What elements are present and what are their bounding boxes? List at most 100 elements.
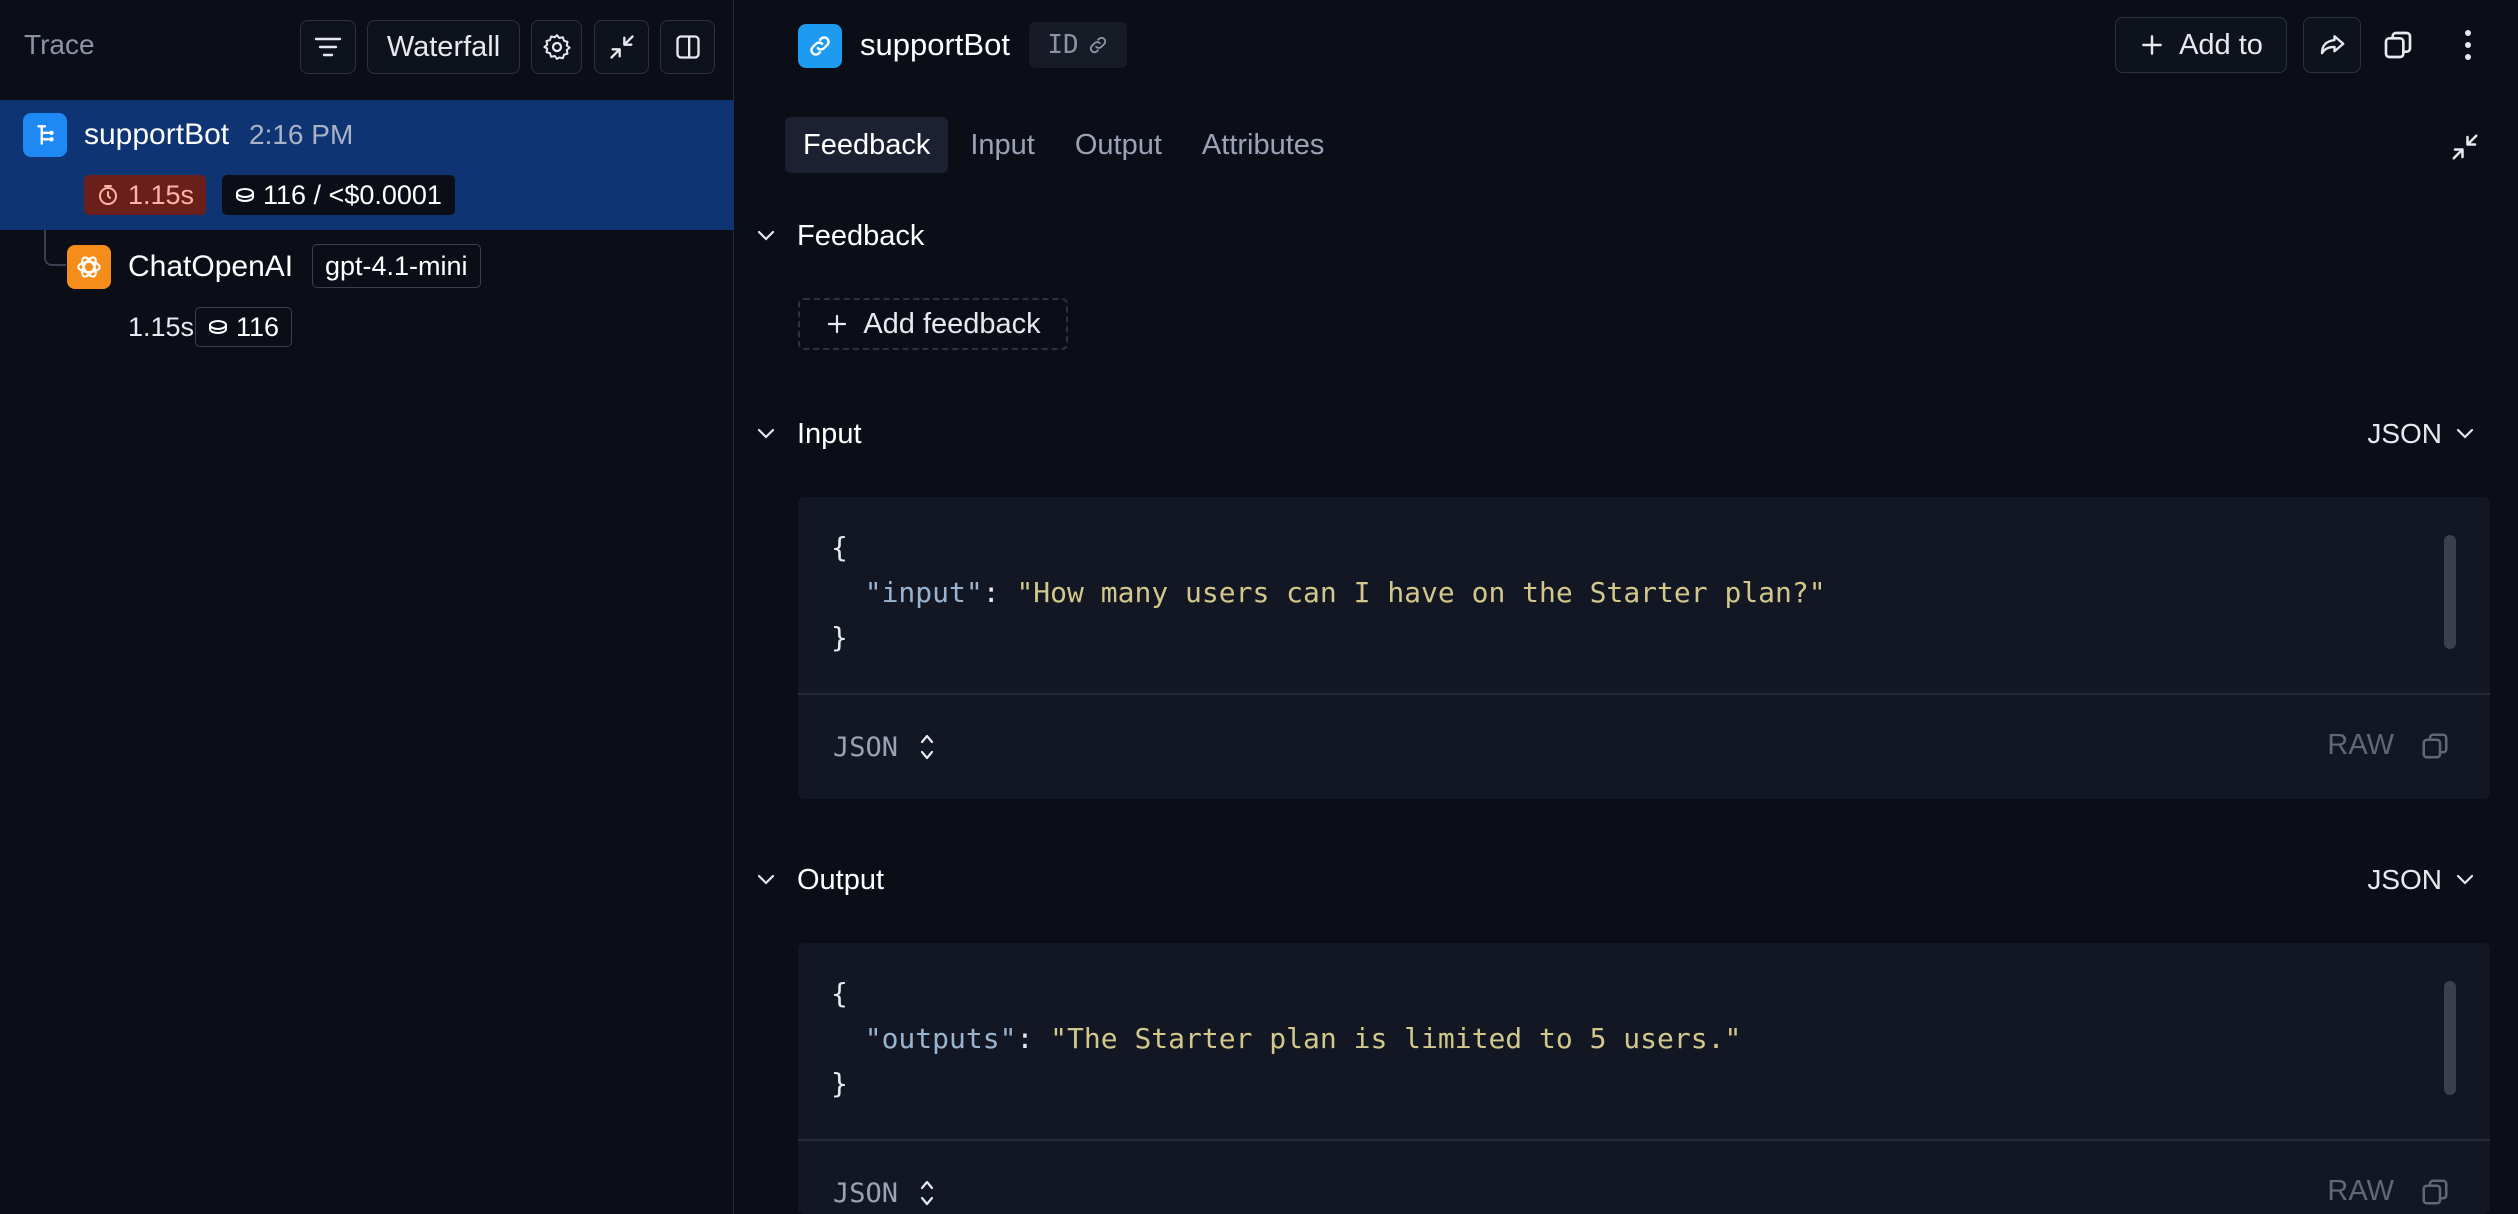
trace-panel: Trace Waterfall supportBot 2:16 PM 1.15s… <box>0 0 734 1214</box>
chevron-down-icon <box>757 428 775 439</box>
latency-value: 1.15s <box>128 179 195 210</box>
filter-button[interactable] <box>300 20 356 74</box>
footer-format-select[interactable]: JSON <box>833 731 936 763</box>
more-options-button[interactable] <box>2445 22 2491 68</box>
input-format-select[interactable]: JSON <box>2367 412 2474 456</box>
json-colon: : <box>1016 1022 1051 1055</box>
chevron-down-icon <box>2456 428 2474 439</box>
chevron-down-icon <box>757 874 775 885</box>
section-title: Feedback <box>797 219 925 252</box>
footer-actions: RAW <box>2327 1175 2450 1208</box>
link-icon <box>798 24 842 68</box>
add-feedback-button[interactable]: Add feedback <box>798 298 1068 350</box>
format-value: JSON <box>833 1177 899 1209</box>
trace-row-chatopenai[interactable]: ChatOpenAI gpt-4.1-mini 1.15s 116 <box>0 236 734 356</box>
tab-attributes[interactable]: Attributes <box>1184 117 1343 173</box>
tab-feedback[interactable]: Feedback <box>785 117 949 173</box>
clock-icon <box>99 185 117 205</box>
run-title: supportBot <box>860 27 1010 62</box>
scrollbar-thumb[interactable] <box>2444 535 2456 649</box>
json-brace: } <box>831 621 848 654</box>
json-key: "input" <box>864 576 983 609</box>
run-name: supportBot <box>84 118 230 151</box>
chevron-up-down-icon <box>920 734 934 760</box>
output-section-toggle[interactable]: Output <box>757 858 884 902</box>
token-badge: 116 <box>195 307 293 347</box>
run-start-time: 2:16 PM <box>249 119 354 150</box>
token-value: 116 <box>236 311 280 342</box>
tab-input[interactable]: Input <box>952 117 1053 173</box>
minimize-button[interactable] <box>2442 124 2488 170</box>
collapse-arrows-icon <box>2452 134 2478 160</box>
feedback-section-toggle[interactable]: Feedback <box>757 214 924 258</box>
input-json-viewer[interactable]: { "input": "How many users can I have on… <box>798 497 2490 693</box>
input-section-toggle[interactable]: Input <box>757 412 862 456</box>
section-title: Input <box>797 417 862 450</box>
json-brace: { <box>831 531 848 564</box>
waterfall-toggle-button[interactable]: Waterfall <box>367 20 520 74</box>
json-key: "outputs" <box>864 1022 1017 1055</box>
sidebar-panel-icon <box>675 35 700 59</box>
chevron-down-icon <box>757 230 775 241</box>
code-footer: JSON RAW <box>798 1139 2490 1214</box>
output-format-select[interactable]: JSON <box>2367 858 2474 902</box>
format-value: JSON <box>2367 418 2442 449</box>
code-footer: JSON RAW <box>798 693 2490 799</box>
raw-toggle[interactable]: RAW <box>2327 1175 2394 1208</box>
trace-row-supportbot[interactable]: supportBot 2:16 PM 1.15s 116 / <$0.0001 <box>0 100 734 230</box>
token-cost-badge: 116 / <$0.0001 <box>222 175 455 215</box>
run-name: ChatOpenAI <box>128 250 294 283</box>
coins-icon <box>236 188 254 203</box>
detail-tabs: Feedback Input Output Attributes <box>785 117 1342 173</box>
latency-value: 1.15s <box>128 312 195 342</box>
collapse-arrows-icon <box>609 35 634 59</box>
output-code-block: { "outputs": "The Starter plan is limite… <box>798 943 2490 1214</box>
id-label: ID <box>1047 30 1079 60</box>
copy-id-button[interactable]: ID <box>1029 22 1127 68</box>
add-to-button[interactable]: Add to <box>2115 17 2287 73</box>
output-json-viewer[interactable]: { "outputs": "The Starter plan is limite… <box>798 943 2490 1139</box>
more-vertical-icon <box>2465 30 2471 60</box>
collapse-button[interactable] <box>594 20 649 74</box>
json-value: "The Starter plan is limited to 5 users.… <box>1050 1022 1742 1055</box>
run-detail-panel: supportBot ID Add to Feedback Input Outp… <box>735 0 2518 1214</box>
tab-output[interactable]: Output <box>1057 117 1180 173</box>
chain-icon <box>23 113 67 157</box>
share-button[interactable] <box>2303 17 2361 73</box>
latency-badge: 1.15s <box>84 175 207 215</box>
gear-icon <box>542 34 571 60</box>
format-value: JSON <box>833 731 899 763</box>
input-code-block: { "input": "How many users can I have on… <box>798 497 2490 799</box>
footer-actions: RAW <box>2327 729 2450 762</box>
copy-icon[interactable] <box>2420 1177 2450 1207</box>
toggle-sidebar-button[interactable] <box>660 20 715 74</box>
model-badge: gpt-4.1-mini <box>312 244 481 288</box>
format-value: JSON <box>2367 864 2442 895</box>
chevron-down-icon <box>2456 874 2474 885</box>
raw-toggle[interactable]: RAW <box>2327 729 2394 762</box>
add-to-label: Add to <box>2179 28 2263 61</box>
section-title: Output <box>797 863 885 896</box>
coins-icon <box>209 320 227 335</box>
copy-button[interactable] <box>2375 22 2421 68</box>
model-name: gpt-4.1-mini <box>325 250 468 281</box>
filter-icon <box>314 37 342 57</box>
chevron-up-down-icon <box>920 1180 934 1206</box>
plus-icon <box>2142 35 2162 55</box>
plus-icon <box>828 314 847 334</box>
scrollbar-thumb[interactable] <box>2444 981 2456 1095</box>
copy-icon <box>2384 31 2412 59</box>
trace-panel-header: Trace Waterfall <box>0 0 734 96</box>
copy-icon[interactable] <box>2420 731 2450 761</box>
json-value: "How many users can I have on the Starte… <box>1016 576 1826 609</box>
footer-format-select[interactable]: JSON <box>833 1177 936 1209</box>
json-brace: } <box>831 1067 848 1100</box>
openai-icon <box>67 245 111 289</box>
settings-button[interactable] <box>531 20 582 74</box>
add-feedback-label: Add feedback <box>863 307 1041 340</box>
token-cost-value: 116 / <$0.0001 <box>263 179 442 210</box>
json-colon: : <box>982 576 1017 609</box>
trace-title: Trace <box>24 29 95 60</box>
share-icon <box>2320 35 2345 55</box>
json-brace: { <box>831 977 848 1010</box>
